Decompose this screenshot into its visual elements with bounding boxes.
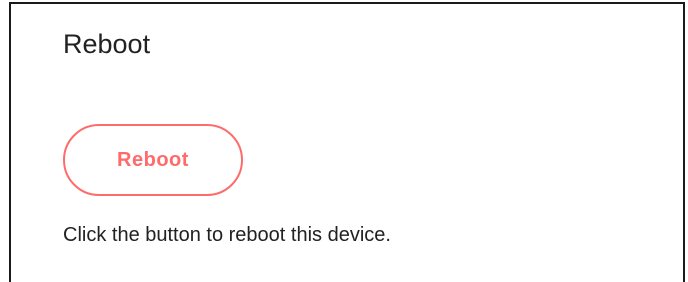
reboot-panel: Reboot Reboot Click the button to reboot… xyxy=(9,2,685,282)
reboot-button[interactable]: Reboot xyxy=(63,124,243,196)
section-title: Reboot xyxy=(63,29,151,59)
reboot-description: Click the button to reboot this device. xyxy=(63,224,391,246)
